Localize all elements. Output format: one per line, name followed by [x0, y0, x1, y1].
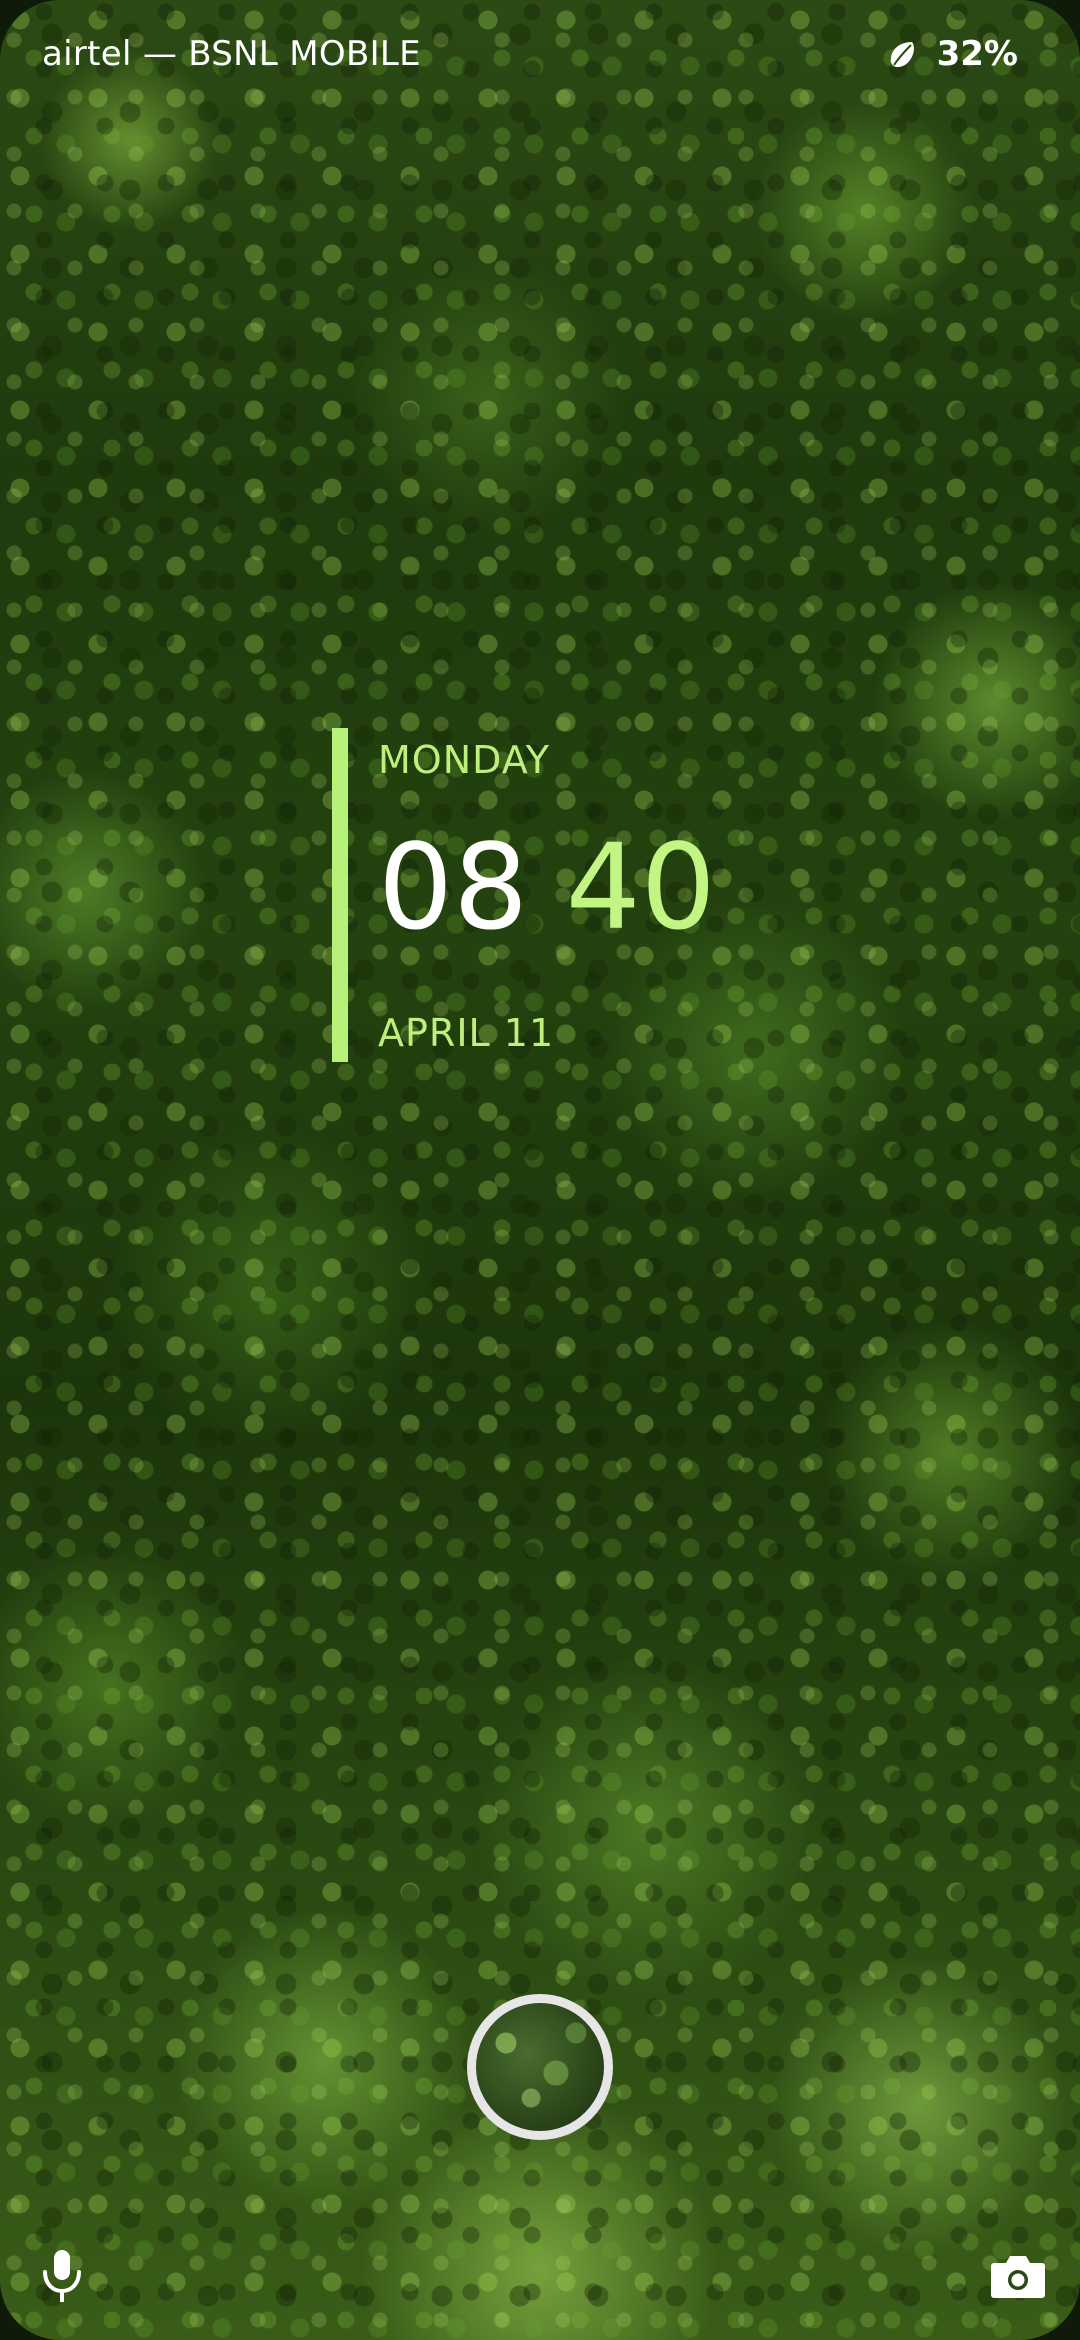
clock-date: APRIL 11 — [378, 1011, 555, 1055]
status-bar: airtel — BSNL MOBILE 32% — [42, 28, 1018, 80]
carrier-label: airtel — BSNL MOBILE — [42, 34, 421, 74]
microphone-icon — [43, 2250, 81, 2302]
fingerprint-icon — [476, 2003, 604, 2131]
wallpaper-detail — [0, 0, 1080, 2340]
battery-percentage: 32% — [936, 34, 1018, 74]
battery-saver-icon — [890, 42, 914, 68]
clock-accent-bar — [332, 728, 348, 1062]
fingerprint-unlock-button[interactable] — [467, 1994, 613, 2140]
voice-assistant-shortcut[interactable] — [22, 2236, 102, 2316]
camera-icon — [991, 2256, 1045, 2298]
clock-time: 08 40 — [378, 828, 716, 946]
clock-day: MONDAY — [378, 738, 550, 782]
clock-minute: 40 — [565, 818, 716, 956]
status-icons: 32% — [885, 34, 1018, 74]
camera-shortcut[interactable] — [978, 2236, 1058, 2316]
clock-hour: 08 — [378, 818, 529, 956]
lock-screen: airtel — BSNL MOBILE 32% MONDAY 08 40 AP… — [0, 0, 1080, 2340]
